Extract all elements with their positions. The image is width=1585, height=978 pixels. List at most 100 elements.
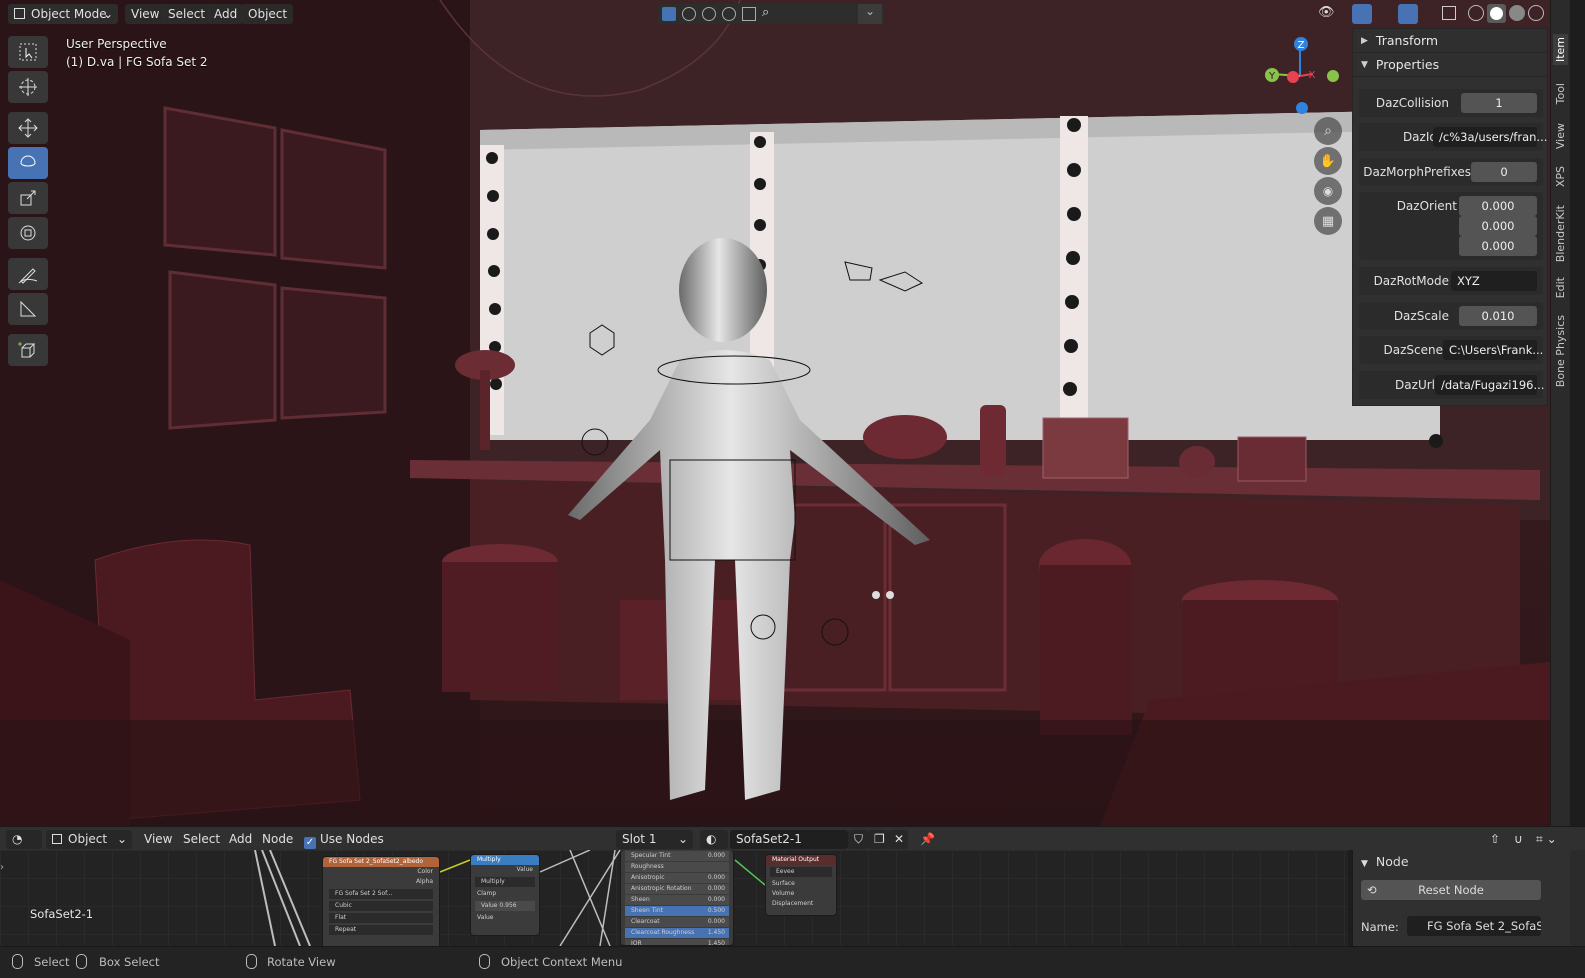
math-node[interactable]: Multiply Value Multiply Clamp Value 0.95… xyxy=(470,854,540,936)
fake-user-button[interactable]: ⛉ xyxy=(848,830,868,849)
3d-viewport[interactable]: Object Mode ⌄ View Select Add Object ⌕ ⌄ … xyxy=(0,0,1570,826)
bsdf-input-row[interactable]: Specular Tint 0.000 xyxy=(625,851,729,861)
annotate-tool[interactable] xyxy=(8,258,48,290)
interpolation-dropdown[interactable]: Cubic xyxy=(329,901,433,911)
use-nodes-checkbox[interactable]: ✓ Use Nodes xyxy=(298,830,390,849)
image-selector[interactable]: FG Sofa Set 2 Sof... xyxy=(329,889,433,899)
node-input-value[interactable]: Value xyxy=(471,913,539,923)
mode-dropdown[interactable]: Object Mode ⌄ xyxy=(8,4,118,24)
chevron-down-icon[interactable]: ⌄ xyxy=(858,4,882,24)
rendered-shading-icon[interactable] xyxy=(1528,5,1544,21)
search-icon[interactable]: ⌕ xyxy=(762,5,769,20)
gizmo-toggle-icon[interactable] xyxy=(1352,4,1372,24)
prop-value-field[interactable]: /c%3a/users/fran... xyxy=(1433,127,1547,147)
select-mode-icon[interactable] xyxy=(662,7,676,21)
gizmo-x-negative[interactable] xyxy=(1287,71,1299,83)
menu-view[interactable]: View xyxy=(125,4,166,24)
principled-bsdf-node[interactable]: Specular Tint 0.000 Roughness Anisotropic 0.… xyxy=(620,850,734,946)
node-menu-add[interactable]: Add xyxy=(223,830,258,849)
menu-add[interactable]: Add xyxy=(208,4,244,24)
math-value-field[interactable]: Value 0.956 xyxy=(475,901,535,911)
prop-value-field[interactable]: 1 xyxy=(1461,93,1537,113)
editor-type-selector[interactable]: ◔ ⌄ xyxy=(6,830,42,864)
tab-blenderkit[interactable]: BlenderKit xyxy=(1553,202,1568,265)
node-name-field[interactable]: FG Sofa Set 2_SofaS... xyxy=(1407,916,1541,936)
rotate-tool[interactable] xyxy=(8,147,48,179)
bsdf-input-row[interactable]: Sheen 0.000 xyxy=(625,895,729,905)
orient-x-field[interactable]: 0.000 xyxy=(1459,196,1537,216)
prop-value-field[interactable]: XYZ xyxy=(1451,271,1537,291)
snap-toggle[interactable]: ∪ xyxy=(1508,830,1529,849)
solid-shading-icon[interactable] xyxy=(1487,4,1506,23)
menu-select[interactable]: Select xyxy=(162,4,212,24)
orient-z-field[interactable]: 0.000 xyxy=(1459,236,1537,256)
tab-item[interactable]: Item xyxy=(1553,34,1568,66)
extension-dropdown[interactable]: Repeat xyxy=(329,925,433,935)
selection-mode-bar[interactable]: ⌕ ⌄ xyxy=(658,4,884,24)
prop-value-field[interactable]: 0 xyxy=(1471,162,1537,182)
cursor-tool[interactable] xyxy=(8,71,48,103)
projection-dropdown[interactable]: Flat xyxy=(329,913,433,923)
bsdf-input-row[interactable]: Anisotropic Rotation 0.000 xyxy=(625,884,729,894)
slot-dropdown[interactable]: Slot 1 ⌄ xyxy=(616,830,693,849)
transform-panel-header[interactable]: ▶ Transform xyxy=(1353,29,1547,53)
material-name-field[interactable]: SofaSet2-1 xyxy=(730,830,848,849)
material-shading-icon[interactable] xyxy=(1509,5,1525,21)
measure-tool[interactable] xyxy=(8,293,48,325)
properties-panel-header[interactable]: ▼ Properties xyxy=(1353,53,1547,77)
and-icon[interactable] xyxy=(742,7,756,21)
bsdf-input-row[interactable]: Sheen Tint 0.500 xyxy=(625,906,729,916)
xray-icon[interactable] xyxy=(1442,6,1456,20)
parent-node-tree-button[interactable]: ⇧ xyxy=(1484,830,1506,849)
camera-view-button[interactable]: ◉ xyxy=(1314,177,1342,205)
tab-view[interactable]: View xyxy=(1553,120,1568,152)
pin-button[interactable]: 📌 xyxy=(914,830,941,849)
tab-bone-physics[interactable]: Bone Physics xyxy=(1553,312,1568,390)
bsdf-input-row[interactable]: Clearcoat 0.000 xyxy=(625,917,729,927)
shader-type-dropdown[interactable]: Object ⌄ xyxy=(46,830,132,849)
duplicate-material-button[interactable]: ❐ xyxy=(868,830,888,849)
node-editor-canvas[interactable]: › SofaSet2-1 FG Sofa Set 2_SofaSet2_albe… xyxy=(0,850,1348,946)
visibility-icon[interactable]: 👁 xyxy=(1318,5,1335,20)
orient-y-field[interactable]: 0.000 xyxy=(1459,216,1537,236)
intersect-icon[interactable] xyxy=(682,7,696,21)
overlays-icon[interactable] xyxy=(1398,4,1418,24)
bsdf-input-row[interactable]: Anisotropic 0.000 xyxy=(625,873,729,883)
select-box-tool[interactable] xyxy=(8,36,48,68)
invert-icon[interactable] xyxy=(722,7,736,21)
zoom-button[interactable]: ⌕ xyxy=(1314,117,1342,145)
menu-object[interactable]: Object xyxy=(242,4,294,24)
node-output-value[interactable]: Value xyxy=(471,865,539,875)
material-output-node[interactable]: Material Output Eevee Surface Volume Dis… xyxy=(765,854,837,916)
node-input-displacement[interactable]: Displacement xyxy=(766,899,836,909)
node-output-color[interactable]: Color xyxy=(323,867,439,877)
node-input-volume[interactable]: Volume xyxy=(766,889,836,899)
image-texture-node[interactable]: FG Sofa Set 2_SofaSet2_albedo Color Alph… xyxy=(322,856,440,946)
move-tool[interactable] xyxy=(8,112,48,144)
material-browse-button[interactable]: ◐ xyxy=(700,830,728,849)
viewport-overlay-controls[interactable]: 👁 xyxy=(1316,4,1550,24)
prop-value-field[interactable]: /data/Fugazi196... xyxy=(1435,375,1544,395)
pan-button[interactable]: ✋ xyxy=(1314,147,1342,175)
node-menu-node[interactable]: Node xyxy=(256,830,299,849)
snap-options[interactable]: ⌗ ⌄ xyxy=(1530,830,1563,849)
unlink-material-button[interactable]: ✕ xyxy=(888,830,908,849)
transform-tool[interactable] xyxy=(8,217,48,249)
gizmo-y-negative[interactable] xyxy=(1327,70,1339,82)
bsdf-input-row[interactable]: Clearcoat Roughness 1.450 xyxy=(625,928,729,938)
tab-xps[interactable]: XPS xyxy=(1553,163,1568,190)
node-panel-header[interactable]: ▼ Node xyxy=(1361,854,1409,869)
bsdf-input-row[interactable]: IOR 1.450 xyxy=(625,939,729,945)
node-input-surface[interactable]: Surface xyxy=(766,879,836,889)
node-sidebar-scroll[interactable] xyxy=(1570,850,1585,946)
prop-value-field[interactable]: C:\Users\Frank... xyxy=(1443,340,1543,360)
bsdf-input-row[interactable]: Roughness xyxy=(625,862,729,872)
ortho-toggle-button[interactable]: ▦ xyxy=(1314,207,1342,235)
add-cube-tool[interactable] xyxy=(8,334,48,366)
node-menu-select[interactable]: Select xyxy=(177,830,226,849)
gizmo-z-negative[interactable] xyxy=(1296,102,1308,114)
tab-tool[interactable]: Tool xyxy=(1553,80,1568,107)
render-target-dropdown[interactable]: Eevee xyxy=(770,867,832,877)
node-output-alpha[interactable]: Alpha xyxy=(323,877,439,887)
clamp-checkbox[interactable]: Clamp xyxy=(471,889,539,899)
